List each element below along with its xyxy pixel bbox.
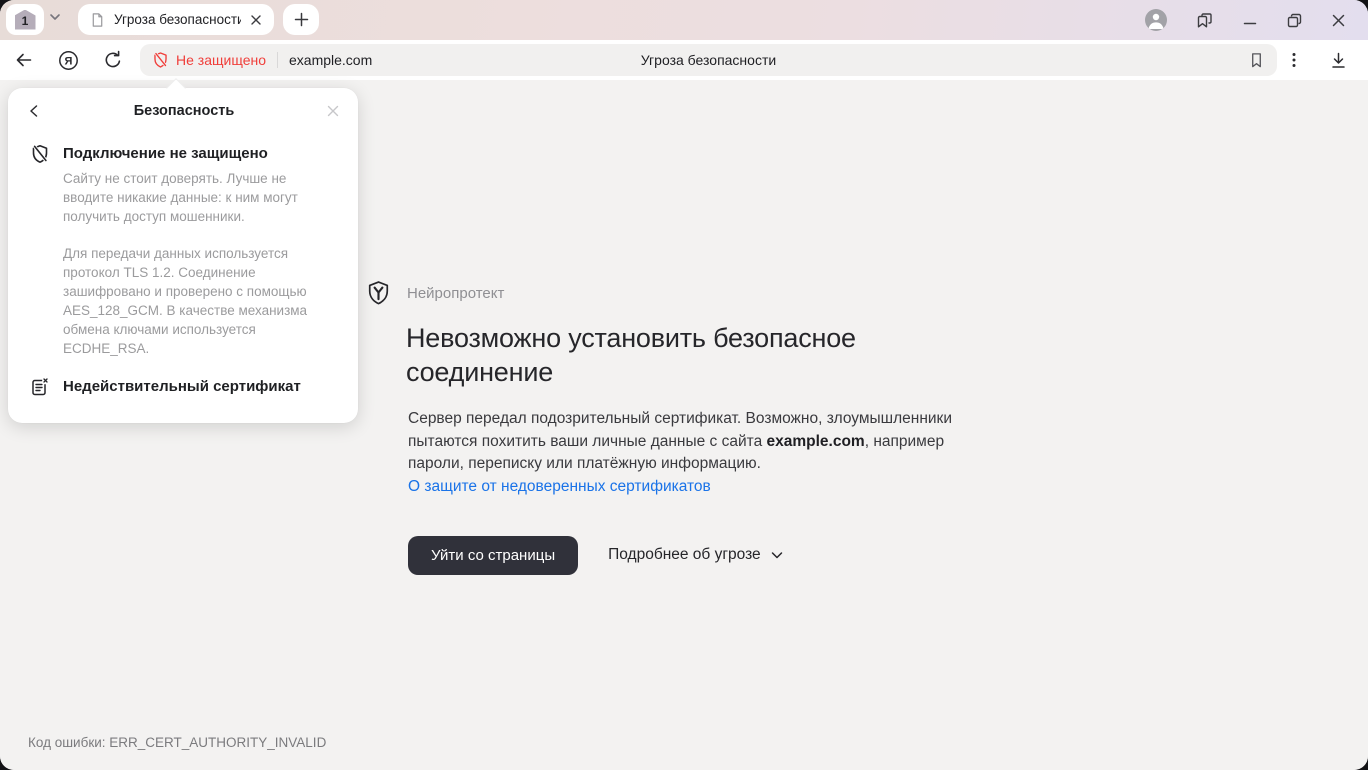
tab-counter-button[interactable]: 1 bbox=[6, 4, 44, 35]
panel-close-icon[interactable] bbox=[326, 104, 340, 118]
tab-strip: 1 Угроза безопасности bbox=[0, 0, 1368, 40]
new-tab-button[interactable] bbox=[283, 4, 319, 35]
brand-label: Нейропротект bbox=[407, 285, 504, 302]
connection-title: Подключение не защищено bbox=[63, 145, 268, 164]
tab-threat-page[interactable]: Угроза безопасности bbox=[78, 4, 274, 35]
connection-description: Сайту не стоит доверять. Лучше не вводит… bbox=[8, 164, 348, 226]
certificate-title: Недействительный сертификат bbox=[63, 378, 301, 397]
security-panel: Безопасность Подключение не защищено Сай… bbox=[8, 88, 358, 423]
connection-protocol-details: Для передачи данных используется протоко… bbox=[8, 226, 358, 358]
description-domain: example.com bbox=[767, 433, 865, 450]
address-bar[interactable]: Не защищено example.com Угроза безопасно… bbox=[140, 44, 1277, 76]
panel-back-icon[interactable] bbox=[26, 103, 42, 119]
chevron-down-icon[interactable] bbox=[48, 10, 62, 24]
svg-text:Я: Я bbox=[65, 55, 73, 67]
security-badge[interactable]: Не защищено bbox=[152, 51, 266, 69]
toolbar-right bbox=[1287, 40, 1368, 80]
security-badge-label: Не защищено bbox=[176, 52, 266, 68]
side-panels-icon[interactable] bbox=[1195, 11, 1214, 30]
nav-icons: Я bbox=[0, 50, 123, 71]
browser-window: 1 Угроза безопасности bbox=[0, 0, 1368, 770]
page-title: Невозможно установить безопасное соедине… bbox=[406, 321, 936, 389]
tab-close-icon[interactable] bbox=[250, 14, 262, 26]
threat-description: Сервер передал подозрительный сертификат… bbox=[408, 408, 988, 476]
minimize-icon[interactable] bbox=[1242, 12, 1258, 28]
panel-header: Безопасность bbox=[8, 88, 358, 125]
certificate-invalid-icon bbox=[30, 377, 50, 397]
avatar[interactable] bbox=[1145, 9, 1167, 31]
shield-crossed-icon bbox=[30, 144, 50, 164]
page-content: Безопасность Подключение не защищено Сай… bbox=[0, 80, 1368, 770]
bookmark-icon[interactable] bbox=[1248, 51, 1265, 69]
window-controls bbox=[1145, 0, 1368, 40]
yandex-home-icon[interactable]: Я bbox=[58, 50, 79, 71]
maximize-icon[interactable] bbox=[1286, 12, 1303, 29]
tab-counter-badge: 1 bbox=[15, 10, 36, 30]
brand-row: Нейропротект bbox=[365, 280, 1025, 307]
action-buttons: Уйти со страницы Подробнее об угрозе bbox=[408, 536, 1025, 575]
downloads-icon[interactable] bbox=[1329, 51, 1348, 70]
toolbar: Я Не защищено example.com Угроза безопас… bbox=[0, 40, 1368, 80]
back-icon[interactable] bbox=[14, 50, 34, 70]
tab-title: Угроза безопасности bbox=[114, 12, 241, 27]
error-code: Код ошибки: ERR_CERT_AUTHORITY_INVALID bbox=[28, 735, 326, 750]
chevron-down-icon bbox=[770, 548, 784, 562]
leave-page-button[interactable]: Уйти со страницы bbox=[408, 536, 578, 575]
url-text[interactable]: example.com bbox=[289, 52, 372, 68]
threat-message: Нейропротект Невозможно установить безоп… bbox=[365, 280, 1025, 575]
certificates-info-link[interactable]: О защите от недоверенных сертификатов bbox=[408, 478, 711, 496]
shield-crossed-icon bbox=[152, 51, 169, 69]
threat-details-label: Подробнее об угрозе bbox=[608, 546, 761, 564]
close-icon[interactable] bbox=[1331, 13, 1346, 28]
panel-title: Безопасность bbox=[42, 103, 326, 119]
protect-shield-icon bbox=[365, 280, 392, 307]
panel-item-connection[interactable]: Подключение не защищено bbox=[8, 145, 358, 164]
menu-kebab-icon[interactable] bbox=[1287, 51, 1301, 69]
panel-item-certificate[interactable]: Недействительный сертификат bbox=[8, 378, 358, 397]
reload-icon[interactable] bbox=[103, 50, 123, 70]
page-icon bbox=[90, 12, 105, 28]
threat-details-button[interactable]: Подробнее об угрозе bbox=[608, 546, 784, 564]
address-divider bbox=[277, 52, 278, 68]
